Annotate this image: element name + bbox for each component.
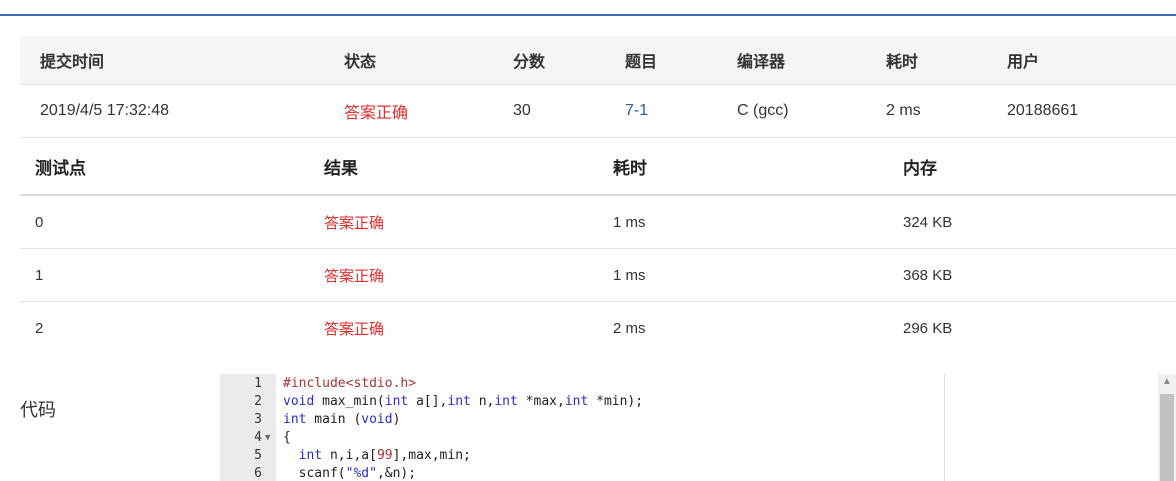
code-editor[interactable]: 1 #include<stdio.h> 2 void max_min(int a… (220, 374, 945, 481)
header-user: 用户 (1007, 54, 1040, 71)
header-duration: 耗时 (886, 54, 919, 71)
scrollbar-thumb[interactable] (1160, 394, 1174, 481)
case-result: 答案正确 (324, 320, 385, 338)
code-text: void max_min(int a[],int n,int *max,int … (283, 394, 644, 409)
line-number: 5 (254, 448, 262, 463)
code-line: 4 ▼ { (220, 429, 944, 447)
code-line: 3 int main (void) (220, 411, 944, 429)
code-text: { (283, 430, 291, 445)
line-number: 3 (254, 412, 262, 427)
submission-table-header: 提交时间 状态 分数 题目 编译器 耗时 用户 (20, 36, 1176, 85)
code-text: int n,i,a[99],max,min; (298, 448, 471, 463)
case-time: 2 ms (613, 319, 646, 337)
code-text: scanf("%d",&n); (283, 466, 417, 481)
code-line: 2 void max_min(int a[],int n,int *max,in… (220, 393, 944, 411)
header-memory: 内存 (903, 158, 937, 178)
page-scrollbar[interactable]: ▲ (1158, 374, 1176, 481)
submit-time: 2019/4/5 17:32:48 (40, 102, 170, 119)
line-number: 4 (254, 430, 262, 445)
code-label: 代码 (20, 400, 56, 420)
header-status: 状态 (344, 54, 377, 71)
line-number: 6 (254, 466, 262, 481)
line-number: 2 (254, 394, 262, 409)
case-id: 0 (35, 213, 44, 231)
header-submit-time: 提交时间 (40, 54, 105, 71)
case-id: 1 (35, 266, 44, 284)
code-text: #include<stdio.h> (283, 376, 417, 391)
submission-row: 2019/4/5 17:32:48 答案正确 30 7-1 C (gcc) 2 … (20, 85, 1176, 138)
case-result: 答案正确 (324, 267, 385, 285)
compiler-value: C (gcc) (737, 102, 789, 119)
header-time: 耗时 (613, 158, 647, 178)
code-line: 6 scanf("%d",&n); (220, 465, 944, 481)
code-line: 5 int n,i,a[99],max,min; (220, 447, 944, 465)
case-id: 2 (35, 319, 44, 337)
fold-toggle-icon[interactable]: ▼ (265, 429, 270, 447)
header-result: 结果 (324, 158, 358, 178)
case-time: 1 ms (613, 213, 646, 231)
case-result: 答案正确 (324, 214, 385, 232)
case-memory: 368 KB (903, 266, 953, 284)
scroll-up-icon[interactable]: ▲ (1162, 376, 1172, 387)
header-divider (0, 14, 1176, 16)
submission-table: 提交时间 状态 分数 题目 编译器 耗时 用户 2019/4/5 17:32:4… (20, 36, 1176, 138)
case-memory: 296 KB (903, 319, 953, 337)
user-value: 20188661 (1007, 102, 1079, 119)
case-memory: 324 KB (903, 213, 953, 231)
status-accepted: 答案正确 (344, 105, 409, 122)
case-time: 1 ms (613, 266, 646, 284)
duration-value: 2 ms (886, 102, 921, 119)
header-compiler: 编译器 (737, 54, 786, 71)
table-row: 0 答案正确 1 ms 324 KB (20, 196, 1176, 249)
code-text: int main (void) (283, 412, 401, 427)
header-test-case: 测试点 (35, 158, 86, 178)
score-value: 30 (513, 102, 531, 119)
table-row: 2 答案正确 2 ms 296 KB (20, 302, 1176, 354)
test-case-table: 测试点 结果 耗时 内存 0 答案正确 1 ms 324 KB 1 答案正确 1… (20, 138, 1176, 354)
header-problem: 题目 (625, 54, 658, 71)
code-line: 1 #include<stdio.h> (220, 375, 944, 393)
table-row: 1 答案正确 1 ms 368 KB (20, 249, 1176, 302)
line-number: 1 (254, 376, 262, 391)
test-case-header: 测试点 结果 耗时 内存 (20, 138, 1176, 196)
header-score: 分数 (513, 54, 546, 71)
problem-link[interactable]: 7-1 (625, 85, 648, 137)
